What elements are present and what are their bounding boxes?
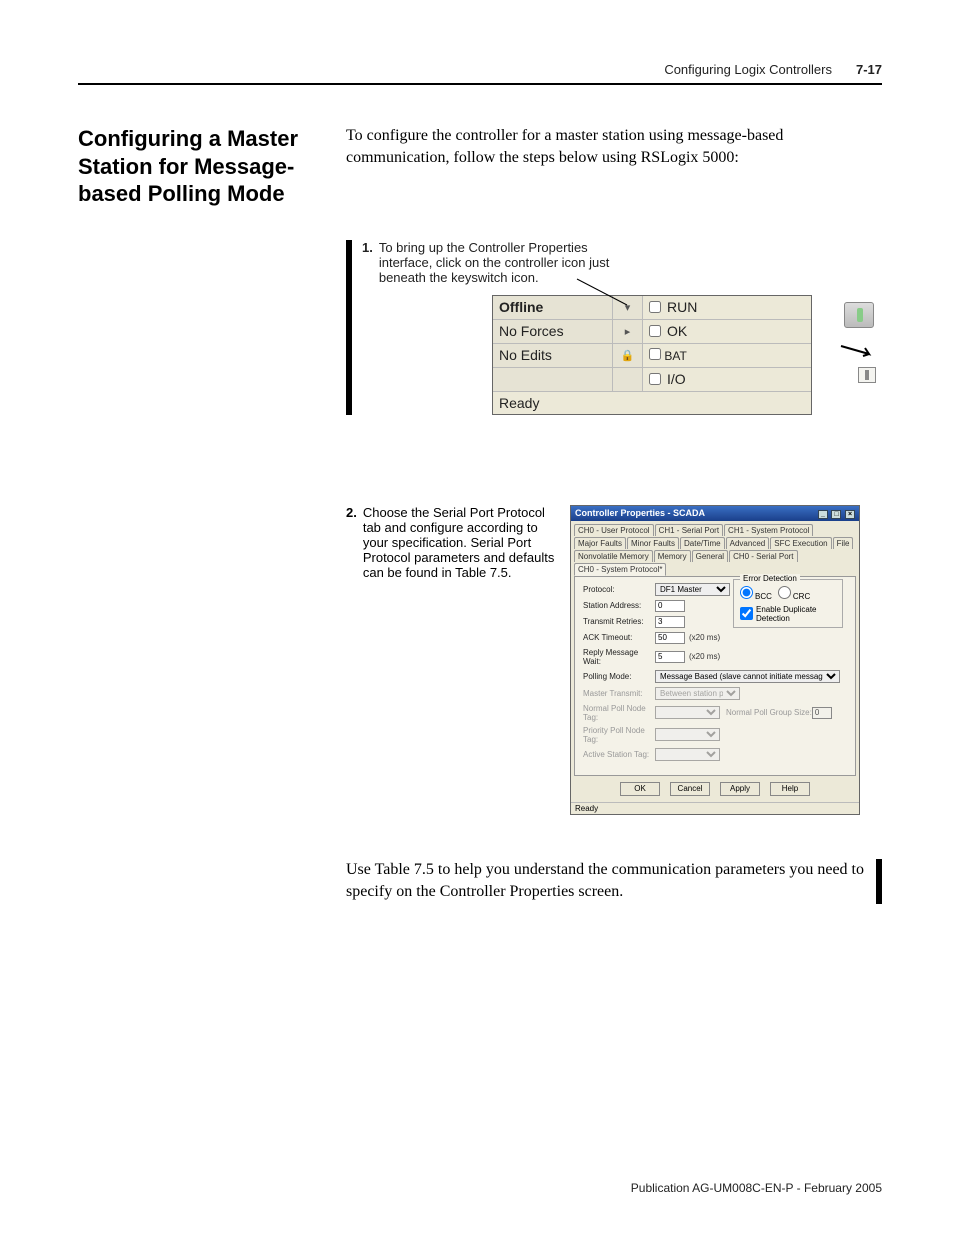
tab-nonvolatile[interactable]: Nonvolatile Memory: [574, 550, 653, 562]
tab-major-faults[interactable]: Major Faults: [574, 537, 626, 549]
step2-number: 2.: [346, 505, 357, 580]
io-label: I/O: [667, 371, 686, 387]
tab-ch1-serial-port[interactable]: CH1 - Serial Port: [655, 524, 723, 536]
tab-ch1-system-protocol[interactable]: CH1 - System Protocol: [724, 524, 813, 536]
dialog-status: Ready: [571, 802, 859, 814]
minimize-button[interactable]: _: [818, 510, 828, 519]
tab-file[interactable]: File: [833, 537, 854, 549]
ready-status: Ready: [493, 392, 811, 414]
change-bar: [346, 240, 352, 415]
cancel-button[interactable]: Cancel: [670, 782, 710, 796]
polling-mode-select[interactable]: Message Based (slave cannot initiate mes…: [655, 670, 840, 683]
change-bar: [876, 859, 882, 904]
priority-poll-tag-label: Priority Poll Node Tag:: [583, 726, 655, 744]
protocol-select[interactable]: DF1 Master: [655, 583, 730, 596]
ok-label: OK: [667, 323, 687, 339]
page-header: Configuring Logix Controllers 7-17: [78, 62, 882, 85]
arrow-down-icon: [839, 342, 879, 360]
tab-ch0-user-protocol[interactable]: CH0 - User Protocol: [574, 524, 654, 536]
ack-timeout-unit: (x20 ms): [689, 633, 720, 642]
duplicate-detection-label: Enable Duplicate Detection: [756, 605, 836, 623]
step2-text: 2. Choose the Serial Port Protocol tab a…: [346, 505, 556, 580]
reply-wait-unit: (x20 ms): [689, 652, 720, 661]
tab-ch0-system-protocol[interactable]: CH0 - System Protocol*: [574, 563, 666, 576]
controller-icon[interactable]: [858, 367, 876, 383]
tab-general[interactable]: General: [692, 550, 728, 562]
tab-minor-faults[interactable]: Minor Faults: [627, 537, 679, 549]
protocol-label: Protocol:: [583, 585, 655, 594]
run-checkbox[interactable]: [649, 301, 661, 313]
crc-radio[interactable]: CRC: [778, 586, 810, 601]
section-title: Configuring a Master Station for Message…: [78, 125, 328, 208]
normal-poll-group-label: Normal Poll Group Size:: [726, 708, 812, 717]
step1-number: 1.: [362, 240, 373, 285]
apply-button[interactable]: Apply: [720, 782, 760, 796]
duplicate-detection-checkbox[interactable]: [740, 607, 753, 620]
help-button[interactable]: Help: [770, 782, 810, 796]
station-address-input[interactable]: [655, 600, 685, 612]
active-station-tag-select: [655, 748, 720, 761]
dialog-tabs: CH0 - User Protocol CH1 - Serial Port CH…: [571, 521, 859, 576]
blank-cell: [493, 368, 613, 391]
bat-label: BAT: [664, 349, 686, 363]
tab-advanced[interactable]: Advanced: [726, 537, 770, 549]
step2-body: Choose the Serial Port Protocol tab and …: [363, 505, 556, 580]
error-detection-group: Error Detection BCC CRC Enable Duplicate…: [733, 579, 843, 628]
intro-paragraph: To configure the controller for a master…: [346, 125, 882, 170]
noedits-label: No Edits: [493, 344, 613, 367]
normal-poll-group-input: [812, 707, 832, 719]
maximize-button[interactable]: □: [831, 510, 841, 519]
tab-datetime[interactable]: Date/Time: [680, 537, 725, 549]
normal-poll-tag-select: [655, 706, 720, 719]
tab-ch0-serial-port[interactable]: CH0 - Serial Port: [729, 550, 797, 562]
bcc-radio[interactable]: BCC: [740, 586, 772, 601]
close-button[interactable]: ×: [845, 510, 855, 519]
polling-mode-label: Polling Mode:: [583, 672, 655, 681]
tab-memory[interactable]: Memory: [654, 550, 691, 562]
keyswitch-icon[interactable]: [844, 302, 874, 328]
reply-wait-label: Reply Message Wait:: [583, 648, 655, 666]
blank-cell: [613, 368, 643, 391]
ok-checkbox[interactable]: [649, 325, 661, 337]
master-transmit-label: Master Transmit:: [583, 689, 655, 698]
ack-timeout-label: ACK Timeout:: [583, 633, 655, 642]
active-station-tag-label: Active Station Tag:: [583, 750, 655, 759]
dialog-title: Controller Properties - SCADA: [575, 508, 705, 519]
transmit-retries-input[interactable]: [655, 616, 685, 628]
run-label: RUN: [667, 299, 697, 315]
controller-properties-dialog: Controller Properties - SCADA _ □ × CH0 …: [570, 505, 860, 815]
priority-poll-tag-select: [655, 728, 720, 741]
ack-timeout-input[interactable]: [655, 632, 685, 644]
station-address-label: Station Address:: [583, 601, 655, 610]
footnote-paragraph: Use Table 7.5 to help you understand the…: [346, 859, 866, 904]
bat-checkbox[interactable]: [649, 348, 661, 360]
dropdown-icon[interactable]: ▸: [613, 320, 643, 343]
io-checkbox[interactable]: [649, 373, 661, 385]
status-toolbar-screenshot: Offline ▾ RUN No Forces ▸: [492, 295, 812, 415]
tab-sfc[interactable]: SFC Execution: [770, 537, 831, 549]
normal-poll-tag-label: Normal Poll Node Tag:: [583, 704, 655, 722]
error-detection-legend: Error Detection: [740, 574, 800, 583]
publication-line: Publication AG-UM008C-EN-P - February 20…: [631, 1181, 882, 1195]
master-transmit-select: Between station polls: [655, 687, 740, 700]
ok-button[interactable]: OK: [620, 782, 660, 796]
transmit-retries-label: Transmit Retries:: [583, 617, 655, 626]
header-pagenum: 7-17: [856, 62, 882, 77]
header-section: Configuring Logix Controllers: [664, 62, 832, 77]
dialog-titlebar: Controller Properties - SCADA _ □ ×: [571, 506, 859, 521]
lock-icon: 🔒: [613, 344, 643, 367]
noforces-label: No Forces: [493, 320, 613, 343]
callout-line-icon: [572, 277, 632, 307]
reply-wait-input[interactable]: [655, 651, 685, 663]
